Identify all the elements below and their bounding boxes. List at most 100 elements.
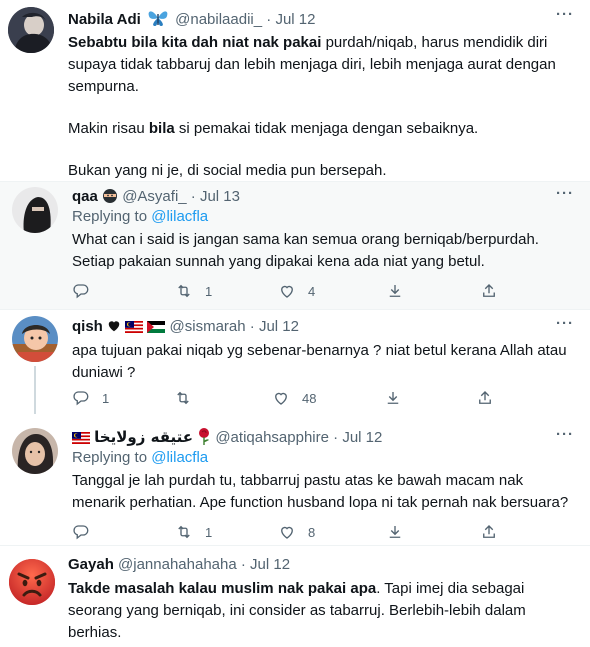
tweet-date[interactable]: Jul 12 — [342, 429, 382, 446]
text-line: berhias. — [68, 624, 122, 641]
retweet-icon — [178, 525, 190, 539]
upload-button[interactable] — [480, 282, 498, 300]
text-line: What can i said is jangan sama kan semua… — [72, 231, 539, 248]
palestine-flag-icon — [147, 319, 166, 339]
reply-button[interactable]: 1 — [72, 389, 109, 407]
tweet-4[interactable]: عتيقه زولايخا @atiqahsapphire · Jul 12 ·… — [0, 414, 590, 544]
user-handle[interactable]: @atiqahsapphire — [215, 429, 329, 446]
retweet-button[interactable]: 1 — [175, 282, 212, 300]
avatar-image — [12, 187, 58, 233]
more-options-button[interactable]: ··· — [556, 185, 574, 202]
retweet-button[interactable] — [174, 389, 192, 407]
avatar[interactable] — [8, 7, 54, 53]
malaysia-flag-icon — [72, 430, 90, 450]
like-count: 48 — [302, 390, 317, 406]
user-handle[interactable]: @sismarah — [170, 318, 246, 335]
tweet-2[interactable]: qaa @Asyafi_ · Jul 13 ··· Replying to @l… — [0, 182, 590, 308]
avatar[interactable] — [12, 187, 58, 233]
text-line: Bukan yang ni je, di social media pun be… — [68, 162, 387, 179]
tweet-3[interactable]: qish @sismarah · Jul 12 ··· apa tujuan p… — [0, 310, 590, 414]
butterfly-icon — [147, 9, 169, 33]
tweet-5[interactable]: Gayah @jannahahahaha · Jul 12 Takde masa… — [0, 546, 590, 647]
text-span: si pemakai tidak menjaga dengan sebaikny… — [174, 120, 479, 137]
bold-text: Sebabtu bila kita dah niat nak pakai — [68, 34, 322, 51]
user-handle[interactable]: @nabilaadii_ — [175, 11, 262, 28]
text-line: supaya tidak tabbaruj dan lebih menjaga … — [68, 56, 556, 73]
display-name[interactable]: Nabila Adi — [68, 11, 141, 28]
upload-button[interactable] — [476, 389, 494, 407]
share-button[interactable] — [384, 389, 402, 407]
text-line: menarik perhatian. Ape function husband … — [72, 494, 569, 511]
like-count: 8 — [308, 524, 316, 540]
replying-label: Replying to — [72, 449, 148, 466]
upload-icon — [483, 525, 495, 538]
text-line: seorang yang berniqab, ini consider as t… — [68, 602, 526, 619]
like-button[interactable]: 48 — [272, 389, 316, 407]
replying-handle[interactable]: @lilacfla — [151, 449, 208, 466]
reply-button[interactable] — [72, 523, 90, 541]
display-name[interactable]: Gayah — [68, 556, 114, 573]
avatar-image — [8, 7, 54, 53]
tweet-text: apa tujuan pakai niqab yg sebenar-benarn… — [72, 340, 582, 384]
replying-handle[interactable]: @lilacfla — [151, 208, 208, 225]
tweet-date[interactable]: Jul 12 — [259, 318, 299, 335]
more-options-button[interactable]: ··· — [556, 315, 574, 332]
reply-icon — [73, 284, 89, 299]
action-bar: 1 8 — [72, 523, 502, 545]
retweet-count: 1 — [205, 524, 213, 540]
text-line: Tanggal je lah purdah tu, tabbarruj past… — [72, 472, 524, 489]
text-line: apa tujuan pakai niqab yg sebenar-benarn… — [72, 342, 567, 359]
avatar-image — [12, 428, 58, 474]
text-span: purdah/niqab, harus mendidik diri — [321, 34, 548, 51]
upload-icon — [483, 284, 495, 297]
tweet-1[interactable]: Nabila Adi @nabilaadii_ · Jul 12 ··· Seb… — [0, 0, 590, 182]
share-button[interactable] — [386, 282, 404, 300]
action-bar: 1 4 — [72, 282, 502, 304]
avatar-image — [12, 316, 58, 362]
bold-text: bila — [148, 120, 175, 137]
text-span: Makin risau — [68, 120, 149, 137]
retweet-count: 1 — [205, 283, 213, 299]
more-options-button[interactable]: ··· — [556, 426, 574, 443]
user-handle[interactable]: @Asyafi_ — [122, 188, 186, 205]
thread-line — [34, 366, 36, 414]
bold-text: Takde masalah kalau muslim nak pakai apa — [68, 580, 377, 597]
replying-label: Replying to — [72, 208, 148, 225]
separator-dot: · — [266, 11, 272, 28]
separator-dot: · — [249, 318, 255, 335]
upload-icon — [479, 391, 491, 404]
retweet-icon — [178, 284, 190, 298]
like-button[interactable]: 4 — [278, 282, 315, 300]
display-name[interactable]: qaa — [72, 188, 98, 205]
replying-to: Replying to @lilacfla — [72, 207, 208, 227]
tweet-date[interactable]: Jul 12 — [250, 556, 290, 573]
angry-face-icon[interactable] — [8, 558, 56, 606]
share-button[interactable] — [386, 523, 404, 541]
display-name[interactable]: عتيقه زولايخا — [94, 428, 193, 446]
malaysia-flag-icon — [125, 319, 144, 339]
tweet-text: Tanggal je lah purdah tu, tabbarruj past… — [72, 470, 587, 514]
share-icon — [389, 526, 401, 538]
tweet-text: What can i said is jangan sama kan semua… — [72, 229, 582, 273]
action-bar: 1 48 — [72, 389, 502, 411]
replying-to: Replying to @lilacfla — [72, 448, 208, 468]
separator-dot: · — [333, 429, 339, 446]
like-button[interactable]: 8 — [278, 523, 315, 541]
more-options-button[interactable]: ··· — [556, 6, 574, 23]
avatar[interactable] — [12, 316, 58, 362]
retweet-icon — [177, 391, 189, 405]
avatar[interactable] — [12, 428, 58, 474]
tweet-text: Takde masalah kalau muslim nak pakai apa… — [68, 578, 583, 644]
text-line: Setiap pakaian sunnah yang dipakai kena … — [72, 253, 485, 270]
reply-button[interactable] — [72, 282, 90, 300]
retweet-button[interactable]: 1 — [175, 523, 212, 541]
reply-icon — [73, 525, 89, 540]
upload-button[interactable] — [480, 523, 498, 541]
display-name[interactable]: qish — [72, 318, 103, 335]
separator-dot: · — [190, 188, 196, 205]
text-span: . Tapi imej dia sebagai — [376, 580, 525, 597]
tweet-date[interactable]: Jul 13 — [200, 188, 240, 205]
reply-icon — [73, 391, 89, 406]
tweet-date[interactable]: Jul 12 — [275, 11, 315, 28]
user-handle[interactable]: @jannahahahaha — [118, 556, 237, 573]
